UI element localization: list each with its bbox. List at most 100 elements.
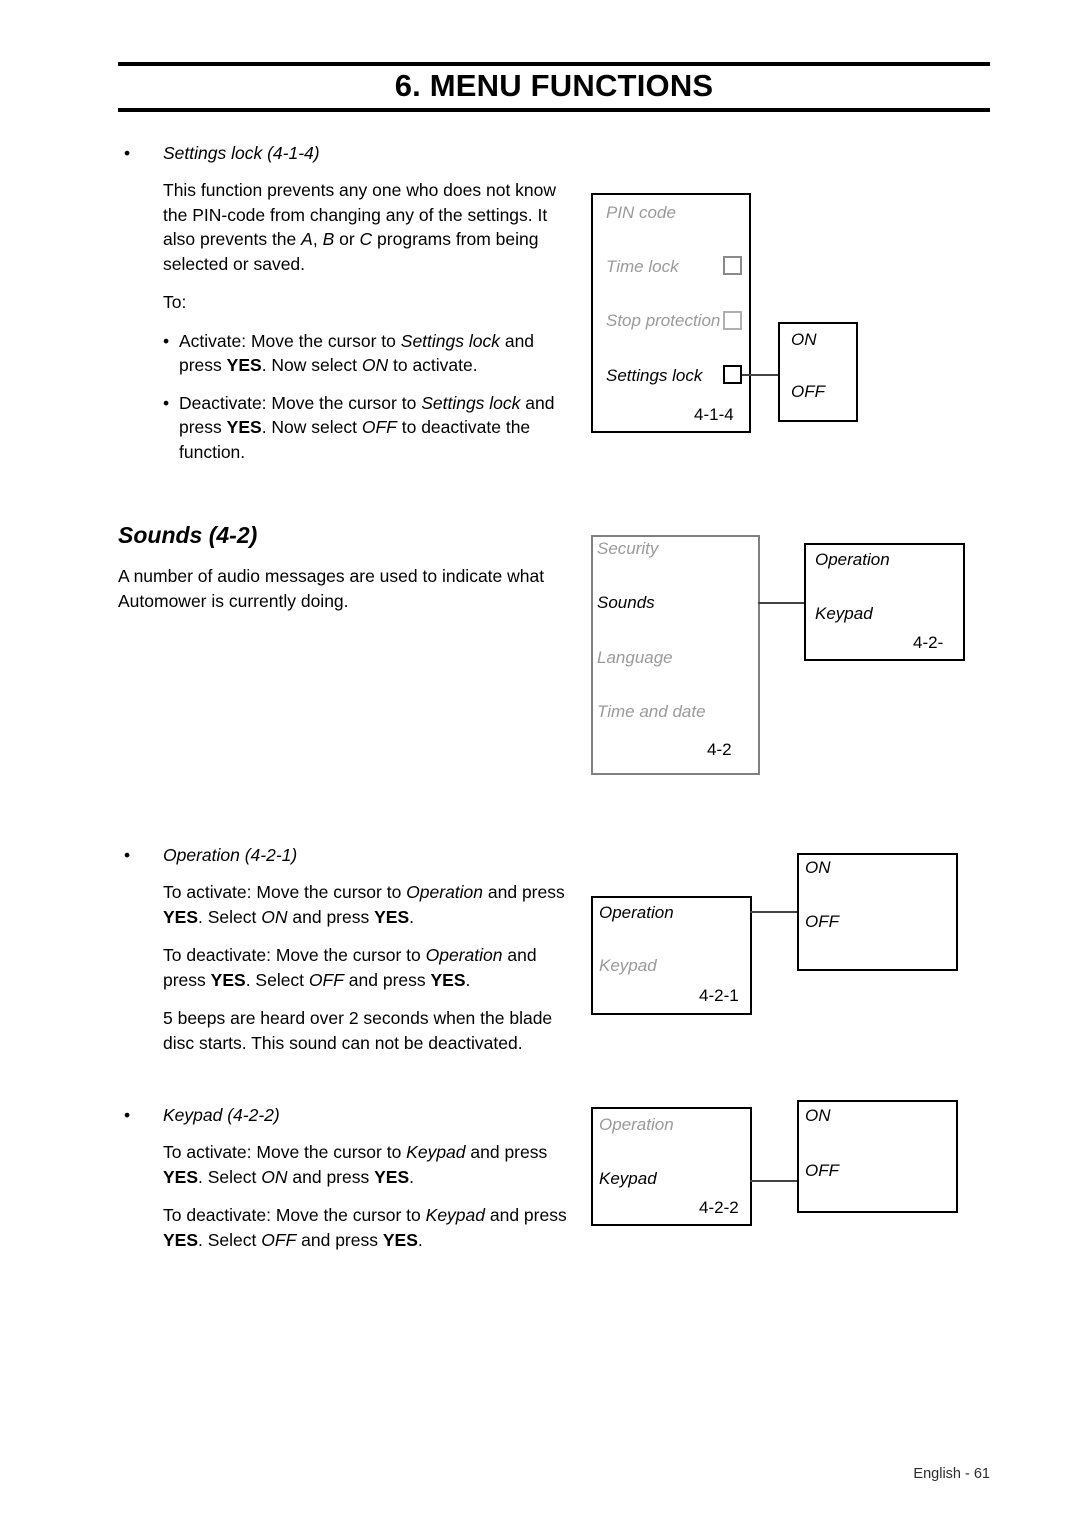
menu-item-security[interactable]: Security [597,539,658,559]
menu-ref: Operation [425,945,503,965]
operation-deactivate: To deactivate: Move the cursor to Operat… [118,943,568,992]
bullet-glyph: • [124,143,131,163]
menu-item-time-lock[interactable]: Time lock [606,257,679,277]
text-run: and press [287,906,375,927]
text-run: . Select [245,969,309,990]
option-off[interactable]: OFF [791,382,825,402]
checkbox-settings-lock[interactable] [723,365,742,384]
menu-code-label: 4-2-2 [699,1198,739,1217]
option-on: ON [261,906,288,927]
text-run: Deactivate: Move the cursor to [179,392,422,413]
list-item: • Deactivate: Move the cursor to Settings… [163,391,568,465]
bullet-glyph: • [124,845,131,865]
key-yes: YES [382,1229,418,1250]
text-run: To activate: Move the cursor to [163,882,407,902]
option-on: ON [261,1166,288,1187]
text-run: . [417,1229,423,1250]
menu-ref: Settings lock [400,330,500,351]
key-yes: YES [430,969,466,990]
menu-code-label: 4-1-4 [694,405,734,424]
key-yes: YES [374,1166,410,1187]
subsection-heading-settings-lock: • Settings lock (4-1-4) [118,140,568,166]
text-run: to activate. [388,355,478,375]
subsection-heading-text: Operation (4-2-1) [163,845,298,865]
bullet-glyph: • [163,330,170,351]
bullet-glyph: • [163,392,170,413]
keypad-deactivate: To deactivate: Move the cursor to Keypad… [118,1203,568,1252]
header-rule-bottom [118,108,990,112]
text-run: and press [287,1166,375,1187]
section-heading-sounds: Sounds (4-2) [118,522,258,548]
submenu-item-operation[interactable]: Operation [815,550,890,570]
text-run: . Now select [261,417,362,437]
onoff-screen-box [778,322,858,422]
subsection-heading-operation: • Operation (4-2-1) [118,842,568,868]
menu-item-operation[interactable]: Operation [599,903,674,923]
checkbox-time-lock[interactable] [723,256,742,275]
settings-lock-steps: • Activate: Move the cursor to Settings l… [118,329,568,465]
key-yes: YES [374,906,410,927]
menu-code-label: 4-2-1 [699,986,739,1005]
key-yes: YES [226,417,262,437]
page-title: 6. MENU FUNCTIONS [394,68,714,103]
menu-item-keypad[interactable]: Keypad [599,956,657,976]
text-run: and press [485,1205,567,1225]
menu-ref: Keypad [406,1142,466,1162]
key-yes: YES [163,1229,199,1250]
menu-item-operation[interactable]: Operation [599,1115,674,1135]
connector-line [742,374,780,376]
option-on[interactable]: ON [805,858,831,878]
option-off: OFF [361,417,397,437]
option-off: OFF [308,969,344,990]
keypad-activate: To activate: Move the cursor to Keypad a… [118,1140,568,1189]
menu-code-label: 4-2 [707,740,732,759]
text-run: . Now select [261,355,362,375]
menu-item-stop-protection[interactable]: Stop protection [606,311,720,331]
text-run: . [409,1166,414,1187]
menu-item-keypad[interactable]: Keypad [599,1169,657,1189]
menu-item-language[interactable]: Language [597,648,673,668]
content-column: • Settings lock (4-1-4) This function pr… [118,140,568,1266]
page-footer: English - 61 [913,1466,990,1482]
option-off: OFF [261,1229,297,1250]
text-run: . [409,906,414,927]
subsection-heading-text: Settings lock (4-1-4) [163,143,320,163]
text-run: , [312,229,323,249]
key-yes: YES [163,906,199,927]
settings-lock-description: This function prevents any one who does … [118,178,568,276]
subsection-heading-text: Keypad (4-2-2) [163,1105,280,1125]
text-run: . Select [198,906,262,927]
list-item: • Activate: Move the cursor to Settings l… [163,329,568,378]
key-yes: YES [163,1166,199,1187]
option-off[interactable]: OFF [805,912,839,932]
text-run: Activate: Move the cursor to [179,330,401,351]
connector-line [750,1180,798,1182]
menu-item-pin-code[interactable]: PIN code [606,203,676,223]
menu-item-sounds[interactable]: Sounds [597,593,655,613]
text-run: and press [483,882,565,902]
program-a: A [301,229,313,249]
settings-lock-to-label: To: [163,292,187,312]
operation-beeps-note: 5 beeps are heard over 2 seconds when th… [163,1008,553,1053]
document-page: 6. MENU FUNCTIONS • Settings lock (4-1-4… [0,0,1080,1528]
checkbox-stop-protection[interactable] [723,311,742,330]
submenu-item-keypad[interactable]: Keypad [815,604,873,624]
menu-ref: Settings lock [421,392,521,413]
sounds-description: A number of audio messages are used to i… [118,566,545,611]
text-run: and press [465,1142,548,1162]
text-run: or [334,229,360,249]
menu-item-settings-lock[interactable]: Settings lock [606,366,702,386]
text-run: . [465,969,471,990]
text-run: and press [296,1229,383,1250]
operation-activate: To activate: Move the cursor to Operatio… [118,880,568,929]
option-on[interactable]: ON [805,1106,831,1126]
menu-ref: Operation [406,882,484,902]
text-run: To deactivate: Move the cursor to [163,1205,426,1225]
menu-ref: Keypad [425,1205,485,1225]
menu-item-time-and-date[interactable]: Time and date [597,702,706,722]
option-off[interactable]: OFF [805,1161,839,1181]
option-on[interactable]: ON [791,330,817,350]
program-b: B [322,229,335,249]
option-on: ON [361,355,389,375]
connector-line [750,911,798,913]
